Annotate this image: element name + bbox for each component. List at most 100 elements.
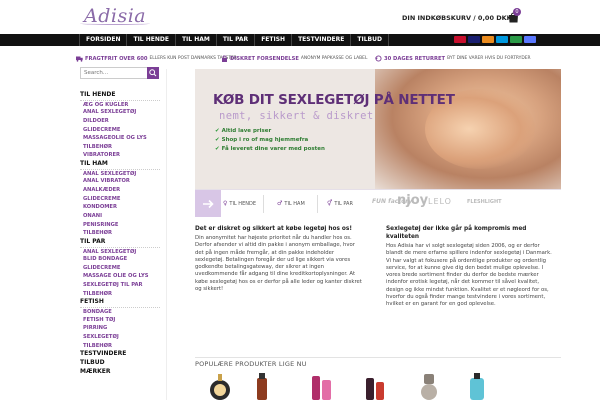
sidebar-item[interactable]: FETISH TØJ bbox=[80, 316, 160, 325]
search-icon bbox=[149, 69, 157, 77]
sidebar-item[interactable]: TILBEHØR bbox=[80, 143, 160, 152]
sidebar-item[interactable]: BONDAGE bbox=[80, 307, 160, 316]
sidebar-item[interactable]: PIRRING bbox=[80, 324, 160, 333]
sidebar-cat-fetish[interactable]: FETISH bbox=[80, 298, 160, 307]
logo-flourish bbox=[80, 22, 150, 25]
nav-item-tilbud[interactable]: TILBUD bbox=[351, 34, 389, 46]
sidebar-cat-tilbud[interactable]: TILBUD bbox=[80, 359, 160, 368]
sidebar-cat-maerker[interactable]: MÆRKER bbox=[80, 368, 160, 377]
brand-njoy[interactable]: njoy bbox=[397, 193, 428, 208]
info-column-discreet: Det er diskret og sikkert at købe legetø… bbox=[195, 225, 363, 293]
usp-free-shipping-title: FRAGTFRIT OVER 600 bbox=[85, 55, 148, 62]
visa-icon bbox=[468, 36, 480, 43]
usp-returns: 30 DAGES RETURRET BYT DINE VARER HVIS DU… bbox=[375, 55, 531, 62]
sidebar-item[interactable]: GLIDECREME bbox=[80, 126, 160, 135]
brand-lelo[interactable]: LELO bbox=[428, 197, 452, 206]
hero-banner[interactable]: KØB DIT SEXLEGETØJ PÅ NETTET nemt, sikke… bbox=[195, 69, 561, 217]
product-thumb[interactable] bbox=[415, 372, 443, 400]
sidebar-item[interactable]: ÆG OG KUGLER bbox=[80, 99, 160, 109]
sidebar-item[interactable]: MASSAGEOLIE OG LYS bbox=[80, 134, 160, 143]
sidebar-divider bbox=[166, 69, 167, 400]
search-input[interactable] bbox=[81, 68, 147, 78]
check-icon: ✔ bbox=[215, 137, 220, 143]
sidebar-item[interactable]: ANAL VIBRATOR bbox=[80, 177, 160, 186]
discreet-body: Din anonymitet har højeste prioritet når… bbox=[195, 235, 362, 293]
sidebar-item[interactable]: GLIDECREME bbox=[80, 264, 160, 273]
info-column-quality: Sexlegetøj der ikke går på kompromis med… bbox=[386, 225, 558, 309]
sidebar-item[interactable]: TILBEHØR bbox=[80, 342, 160, 351]
usp-discreet-title: DISKRET FORSENDELSE bbox=[230, 55, 299, 62]
jcb-icon bbox=[510, 36, 522, 43]
sidebar-item[interactable]: GLIDECREME bbox=[80, 195, 160, 204]
usp-free-shipping: FRAGTFRIT OVER 600 ELLERS KUN POST DANMA… bbox=[76, 55, 237, 62]
sidebar-item[interactable]: BLID BONDAGE bbox=[80, 255, 160, 264]
nav-item-forsiden[interactable]: FORSIDEN bbox=[79, 34, 128, 46]
usp-discreet: DISKRET FORSENDELSE ANONYM PAPKASSE OG L… bbox=[221, 55, 367, 62]
product-thumb[interactable] bbox=[205, 372, 235, 400]
sidebar-item[interactable]: ANAL SEXLEGETØJ bbox=[80, 108, 160, 117]
site-header: Adisia DIN INDKØBSKURV / 0,00 DKK 0 bbox=[0, 0, 600, 34]
search-button[interactable] bbox=[147, 67, 159, 79]
return-icon bbox=[375, 55, 382, 62]
banner-link-til-ham[interactable]: ♂ TIL HAM bbox=[277, 200, 305, 207]
mobilepay-icon bbox=[524, 36, 536, 43]
sidebar-item[interactable]: TILBEHØR bbox=[80, 290, 160, 299]
nav-item-til-par[interactable]: TIL PAR bbox=[217, 34, 256, 46]
product-thumb[interactable] bbox=[466, 372, 488, 400]
banner-link-til-hende[interactable]: ♀ TIL HENDE bbox=[223, 200, 256, 207]
banner-link-til-par[interactable]: ⚥ TIL PAR bbox=[327, 200, 353, 207]
sidebar-item[interactable]: ONANI bbox=[80, 212, 160, 221]
sidebar-cat-til-ham[interactable]: TIL HAM bbox=[80, 160, 160, 169]
category-sidebar: TIL HENDE ÆG OG KUGLER ANAL SEXLEGETØJ D… bbox=[80, 91, 160, 376]
quality-body: Hos Adisia har vi solgt sexlegetøj siden… bbox=[386, 243, 552, 308]
discreet-heading: Det er diskret og sikkert at købe legetø… bbox=[195, 226, 353, 232]
sidebar-item[interactable]: MASSAGE OLIE OG LYS bbox=[80, 272, 160, 281]
nav-item-testvindere[interactable]: TESTVINDERE bbox=[292, 34, 352, 46]
sidebar-item[interactable]: KONDOMER bbox=[80, 203, 160, 212]
sidebar-item[interactable]: DILDOER bbox=[80, 117, 160, 126]
sidebar-item[interactable]: SEXLEGETØJ bbox=[80, 333, 160, 342]
product-thumb[interactable] bbox=[310, 372, 334, 400]
sidebar-cat-til-hende[interactable]: TIL HENDE bbox=[80, 91, 160, 100]
maestro-icon bbox=[496, 36, 508, 43]
mastercard-icon bbox=[482, 36, 494, 43]
product-thumb[interactable] bbox=[363, 372, 387, 400]
sidebar-cat-til-par[interactable]: TIL PAR bbox=[80, 238, 160, 247]
quality-heading: Sexlegetøj der ikke går på kompromis med… bbox=[386, 226, 527, 240]
truck-icon bbox=[76, 56, 83, 62]
nav-item-til-hende[interactable]: TIL HENDE bbox=[127, 34, 176, 46]
banner-bullet: ✔ Shop i ro of mag hjemmefra bbox=[215, 137, 309, 143]
product-thumb[interactable] bbox=[255, 372, 269, 400]
female-symbol-icon: ♀ bbox=[223, 200, 228, 207]
banner-bullet: ✔ Få leveret dine varer med posten bbox=[215, 146, 325, 152]
brand-fleshlight[interactable]: FLESHLIGHT bbox=[467, 199, 502, 205]
banner-bullet: ✔ Altid lave priser bbox=[215, 128, 272, 134]
couple-symbol-icon: ⚥ bbox=[327, 200, 333, 207]
lock-icon bbox=[222, 55, 227, 62]
cart-summary[interactable]: DIN INDKØBSKURV / 0,00 DKK bbox=[402, 14, 512, 22]
banner-title: KØB DIT SEXLEGETØJ PÅ NETTET bbox=[213, 92, 455, 108]
sidebar-item[interactable]: TILBEHØR bbox=[80, 229, 160, 238]
popular-products-title: POPULÆRE PRODUKTER LIGE NU bbox=[195, 360, 307, 368]
banner-link-strip: ♀ TIL HENDE ♂ TIL HAM ⚥ TIL PAR FUN fact… bbox=[195, 189, 561, 217]
sidebar-item[interactable]: PENISRINGE bbox=[80, 221, 160, 230]
usp-returns-title: 30 DAGES RETURRET bbox=[384, 55, 446, 62]
sidebar-item[interactable]: ANAL SEXLEGETØJ bbox=[80, 246, 160, 256]
nav-item-til-ham[interactable]: TIL HAM bbox=[176, 34, 217, 46]
male-symbol-icon: ♂ bbox=[277, 200, 283, 207]
banner-subtitle: nemt, sikkert & diskret bbox=[219, 110, 374, 122]
sidebar-cat-testvindere[interactable]: TESTVINDERE bbox=[80, 350, 160, 359]
usp-discreet-sub: ANONYM PAPKASSE OG LABEL bbox=[300, 56, 368, 61]
usp-bar: FRAGTFRIT OVER 600 ELLERS KUN POST DANMA… bbox=[0, 55, 600, 67]
sidebar-item[interactable]: ANAL SEXLEGETØJ bbox=[80, 168, 160, 178]
usp-returns-sub: BYT DINE VARER HVIS DU FORTRYDER bbox=[447, 56, 531, 61]
dankort-icon bbox=[454, 36, 466, 43]
search-box bbox=[80, 67, 159, 79]
arrow-right-icon bbox=[195, 190, 221, 217]
sidebar-item[interactable]: ANALKÆDER bbox=[80, 186, 160, 195]
sidebar-item[interactable]: VIBRATORER bbox=[80, 151, 160, 160]
check-icon: ✔ bbox=[215, 146, 220, 152]
nav-item-fetish[interactable]: FETISH bbox=[255, 34, 293, 46]
sidebar-item[interactable]: SEXLEGETØJ TIL PAR bbox=[80, 281, 160, 290]
cart-count-badge: 0 bbox=[513, 8, 521, 16]
